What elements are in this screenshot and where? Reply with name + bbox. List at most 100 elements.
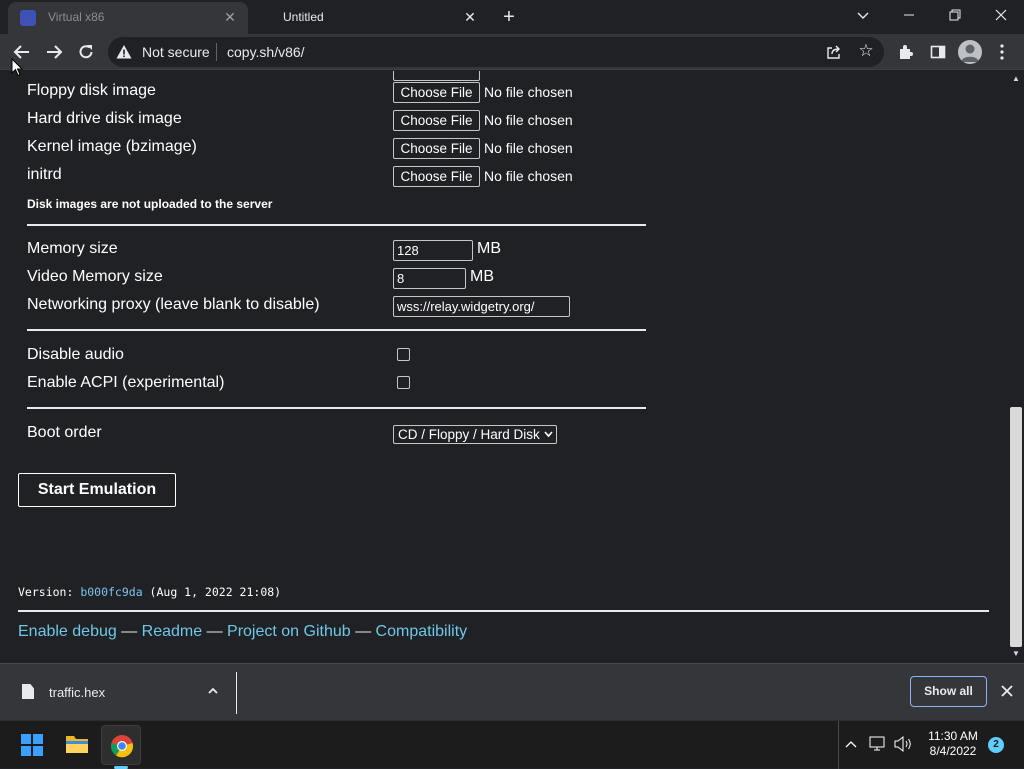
tab-strip: Virtual x86 ✕ Untitled ✕ + — [0, 0, 1024, 34]
clock-date: 8/4/2022 — [929, 744, 977, 758]
github-link[interactable]: Project on Github — [227, 623, 351, 640]
version-prefix: Version: — [18, 585, 81, 599]
download-file-name[interactable]: traffic.hex — [49, 685, 105, 700]
tab-untitled[interactable]: Untitled ✕ — [256, 2, 488, 34]
floppy-label: Floppy disk image — [27, 82, 156, 99]
section-divider — [27, 407, 646, 409]
kernel-label: Kernel image (bzimage) — [27, 138, 197, 155]
footer-divider — [18, 610, 989, 612]
memory-unit: MB — [477, 240, 501, 257]
close-window-button[interactable] — [978, 0, 1024, 30]
clock-time: 11:30 AM — [928, 729, 978, 743]
forward-icon[interactable] — [40, 38, 68, 66]
chrome-icon — [110, 735, 134, 758]
acpi-checkbox[interactable] — [397, 376, 410, 389]
memory-size-input[interactable]: 128 — [393, 240, 473, 261]
restore-button[interactable] — [932, 0, 978, 30]
boot-order-value: CD / Floppy / Hard Disk — [398, 427, 540, 442]
tab-virtual-x86[interactable]: Virtual x86 ✕ — [8, 2, 248, 34]
hdd-label: Hard drive disk image — [27, 110, 182, 127]
scroll-up-icon[interactable]: ▲ — [1011, 74, 1021, 83]
tab-close-icon[interactable]: ✕ — [462, 9, 478, 25]
proxy-label: Networking proxy (leave blank to disable… — [27, 296, 320, 313]
cdrom-choose-file-button[interactable] — [393, 71, 480, 81]
boot-order-label: Boot order — [27, 424, 102, 441]
reload-icon[interactable] — [72, 38, 100, 66]
tab-close-icon[interactable]: ✕ — [222, 9, 238, 25]
initrd-label: initrd — [27, 166, 62, 183]
download-divider — [236, 672, 237, 714]
enable-debug-link[interactable]: Enable debug — [18, 623, 117, 640]
chevron-up-icon[interactable] — [204, 682, 222, 700]
initrd-choose-file-button[interactable]: Choose File — [393, 166, 480, 187]
security-label[interactable]: Not secure — [142, 44, 210, 60]
new-tab-button[interactable]: + — [498, 7, 520, 29]
chrome-taskbar-button[interactable] — [101, 725, 141, 765]
link-separator: — — [202, 623, 228, 640]
vga-memory-input[interactable]: 8 — [393, 268, 466, 289]
start-emulation-button[interactable]: Start Emulation — [18, 473, 176, 507]
version-line: Version: b000fc9da (Aug 1, 2022 21:08) — [18, 585, 281, 599]
notification-badge[interactable]: 2 — [988, 737, 1004, 753]
windows-start-icon[interactable] — [21, 734, 43, 756]
network-icon[interactable] — [869, 736, 887, 752]
chevron-down-icon — [544, 426, 553, 449]
show-all-button[interactable]: Show all — [910, 676, 987, 707]
section-divider — [27, 329, 646, 331]
readme-link[interactable]: Readme — [142, 623, 202, 640]
warning-icon[interactable] — [116, 44, 132, 60]
extensions-icon[interactable] — [892, 38, 920, 66]
vga-memory-unit: MB — [470, 268, 494, 285]
version-date: (Aug 1, 2022 21:08) — [142, 585, 282, 599]
windows-taskbar: 11:30 AM 8/4/2022 2 — [0, 720, 1024, 769]
hdd-choose-file-button[interactable]: Choose File — [393, 110, 480, 131]
sidebar-icon[interactable] — [924, 38, 952, 66]
footer-links: Enable debug — Readme — Project on Githu… — [18, 623, 467, 641]
tab-title: Untitled — [283, 10, 324, 24]
show-hidden-icons-chevron-icon[interactable] — [840, 729, 862, 761]
star-icon[interactable]: ☆ — [856, 41, 876, 61]
file-icon — [22, 684, 34, 699]
tab-title: Virtual x86 — [48, 10, 105, 24]
kernel-file-status: No file chosen — [484, 140, 573, 156]
disable-audio-checkbox[interactable] — [397, 348, 410, 361]
initrd-file-status: No file chosen — [484, 168, 573, 184]
file-explorer-icon[interactable] — [65, 733, 89, 755]
link-separator: — — [116, 623, 142, 640]
menu-icon[interactable] — [988, 38, 1016, 66]
v86-favicon-icon — [20, 10, 36, 26]
omnibox-divider — [216, 43, 217, 61]
mouse-cursor-icon — [11, 58, 23, 77]
address-bar[interactable]: Not secure copy.sh/v86/ ☆ — [108, 37, 884, 67]
share-icon[interactable] — [824, 42, 844, 62]
floppy-choose-file-button[interactable]: Choose File — [393, 82, 480, 103]
volume-icon[interactable] — [893, 735, 913, 753]
profile-icon[interactable] — [958, 40, 982, 64]
disable-audio-label: Disable audio — [27, 346, 124, 363]
memory-label: Memory size — [27, 240, 118, 257]
scroll-down-icon[interactable]: ▼ — [1011, 649, 1021, 658]
close-icon[interactable] — [997, 681, 1017, 701]
kernel-choose-file-button[interactable]: Choose File — [393, 138, 480, 159]
version-hash-link[interactable]: b000fc9da — [80, 585, 142, 599]
tab-search-chevron-icon[interactable] — [840, 0, 886, 30]
compatibility-link[interactable]: Compatibility — [376, 623, 468, 640]
hdd-file-status: No file chosen — [484, 112, 573, 128]
upload-note: Disk images are not uploaded to the serv… — [27, 197, 273, 211]
link-separator: — — [350, 623, 376, 640]
floppy-file-status: No file chosen — [484, 84, 573, 100]
scroll-thumb[interactable] — [1010, 407, 1022, 647]
page-scrollbar[interactable]: ▲ ▼ — [1008, 71, 1024, 663]
browser-toolbar: Not secure copy.sh/v86/ ☆ — [0, 34, 1024, 70]
proxy-input[interactable]: wss://relay.widgetry.org/ — [393, 296, 570, 317]
acpi-label: Enable ACPI (experimental) — [27, 374, 225, 391]
page-content: Floppy disk image Choose File No file ch… — [0, 71, 1008, 663]
taskbar-clock[interactable]: 11:30 AM 8/4/2022 — [922, 729, 984, 759]
minimize-button[interactable] — [886, 0, 932, 30]
vga-memory-label: Video Memory size — [27, 268, 163, 285]
tray-divider — [838, 721, 839, 769]
section-divider — [27, 224, 646, 226]
download-bar: traffic.hex Show all — [0, 663, 1024, 720]
boot-order-select[interactable]: CD / Floppy / Hard Disk — [393, 425, 557, 444]
url-text[interactable]: copy.sh/v86/ — [227, 44, 305, 60]
